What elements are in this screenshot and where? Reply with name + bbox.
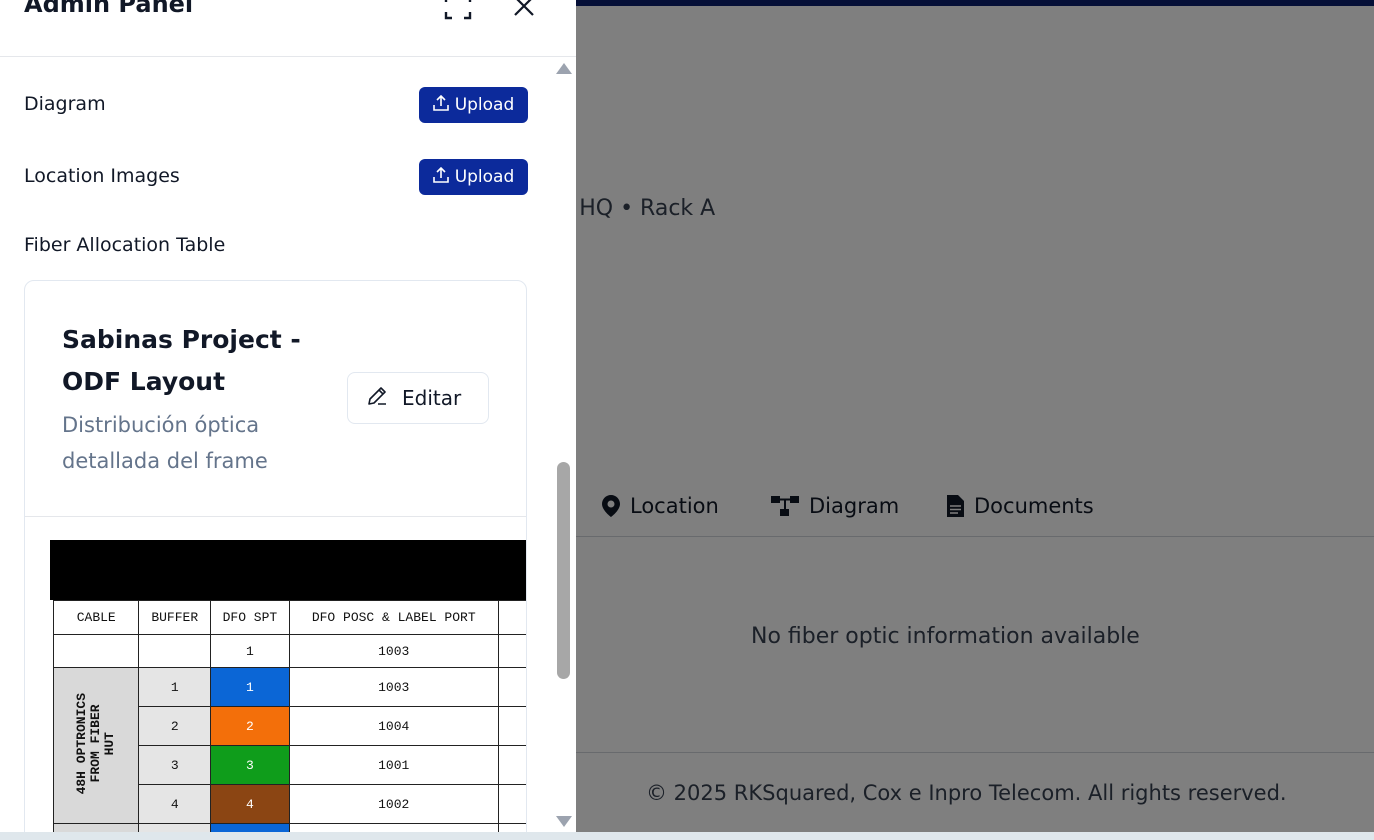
buffer-cell: 4 xyxy=(138,784,212,824)
diagram-upload-button[interactable]: Upload xyxy=(419,87,528,123)
fiber-allocation-section-title: Fiber Allocation Table xyxy=(24,234,226,256)
buffer-cell: 3 xyxy=(138,745,212,785)
table-cell xyxy=(497,667,526,707)
table-header xyxy=(497,600,526,635)
table-cell xyxy=(138,634,212,668)
table-cell xyxy=(497,784,526,824)
cable-cell xyxy=(52,823,140,832)
fiber-table-image: CABLE BUFFER DFO SPT DFO POSC & LABEL PO… xyxy=(50,540,526,832)
buffer-cell xyxy=(138,823,212,832)
port-cell: 1003 xyxy=(288,667,499,707)
close-button[interactable] xyxy=(512,0,536,18)
table-header: DFO SPT xyxy=(210,600,290,635)
scroll-down-arrow[interactable] xyxy=(556,816,572,827)
upload-icon xyxy=(432,94,449,116)
table-header: CABLE xyxy=(52,600,140,635)
port-cell xyxy=(288,823,499,832)
table-cell xyxy=(497,823,526,832)
close-icon xyxy=(512,0,536,22)
card-description: Distribución óptica detallada del frame xyxy=(62,413,268,473)
upload-label: Upload xyxy=(454,95,515,115)
scrollbar-thumb[interactable] xyxy=(557,462,570,679)
table-cell: 1 xyxy=(210,634,290,668)
spt-color-cell: 4 xyxy=(210,784,290,824)
table-cell xyxy=(497,634,526,668)
pencil-icon xyxy=(366,385,388,412)
table-header: DFO POSC & LABEL PORT xyxy=(288,600,499,635)
fiber-allocation-card: Sabinas Project - ODF Layout Distribució… xyxy=(24,280,527,832)
fiber-table-header-band xyxy=(50,540,526,600)
card-title: Sabinas Project - ODF Layout xyxy=(62,325,301,396)
location-images-label: Location Images xyxy=(24,165,180,187)
cable-label: 48H OPTRONICS FROM FIBER HUT xyxy=(74,692,118,795)
admin-panel: Admin Panel Diagram Upload Location Imag… xyxy=(0,0,576,832)
table-cell xyxy=(497,745,526,785)
table-cell xyxy=(52,634,140,668)
card-divider xyxy=(25,516,526,517)
window-bottom-strip xyxy=(0,832,1374,840)
fullscreen-icon xyxy=(444,0,472,24)
spt-color-cell: 3 xyxy=(210,745,290,785)
panel-title: Admin Panel xyxy=(24,0,194,18)
fiber-table: CABLE BUFFER DFO SPT DFO POSC & LABEL PO… xyxy=(52,600,526,832)
port-cell: 1004 xyxy=(288,706,499,746)
fullscreen-button[interactable] xyxy=(444,0,472,20)
spt-color-cell: 2 xyxy=(210,706,290,746)
buffer-cell: 1 xyxy=(138,667,212,707)
upload-label: Upload xyxy=(454,167,515,187)
edit-button-label: Editar xyxy=(402,386,462,410)
admin-panel-header: Admin Panel xyxy=(0,0,576,57)
port-cell: 1002 xyxy=(288,784,499,824)
scroll-up-arrow[interactable] xyxy=(556,63,572,74)
edit-button[interactable]: Editar xyxy=(347,372,489,424)
table-cell: 1003 xyxy=(288,634,499,668)
table-cell xyxy=(497,706,526,746)
table-header: BUFFER xyxy=(138,600,212,635)
buffer-cell: 2 xyxy=(138,706,212,746)
panel-scrollbar[interactable] xyxy=(553,58,575,832)
cable-cell: 48H OPTRONICS FROM FIBER HUT xyxy=(52,667,140,824)
port-cell: 1001 xyxy=(288,745,499,785)
upload-icon xyxy=(432,166,449,188)
spt-color-cell xyxy=(210,823,290,832)
diagram-label: Diagram xyxy=(24,93,106,115)
spt-color-cell: 1 xyxy=(210,667,290,707)
location-images-upload-button[interactable]: Upload xyxy=(419,159,528,195)
